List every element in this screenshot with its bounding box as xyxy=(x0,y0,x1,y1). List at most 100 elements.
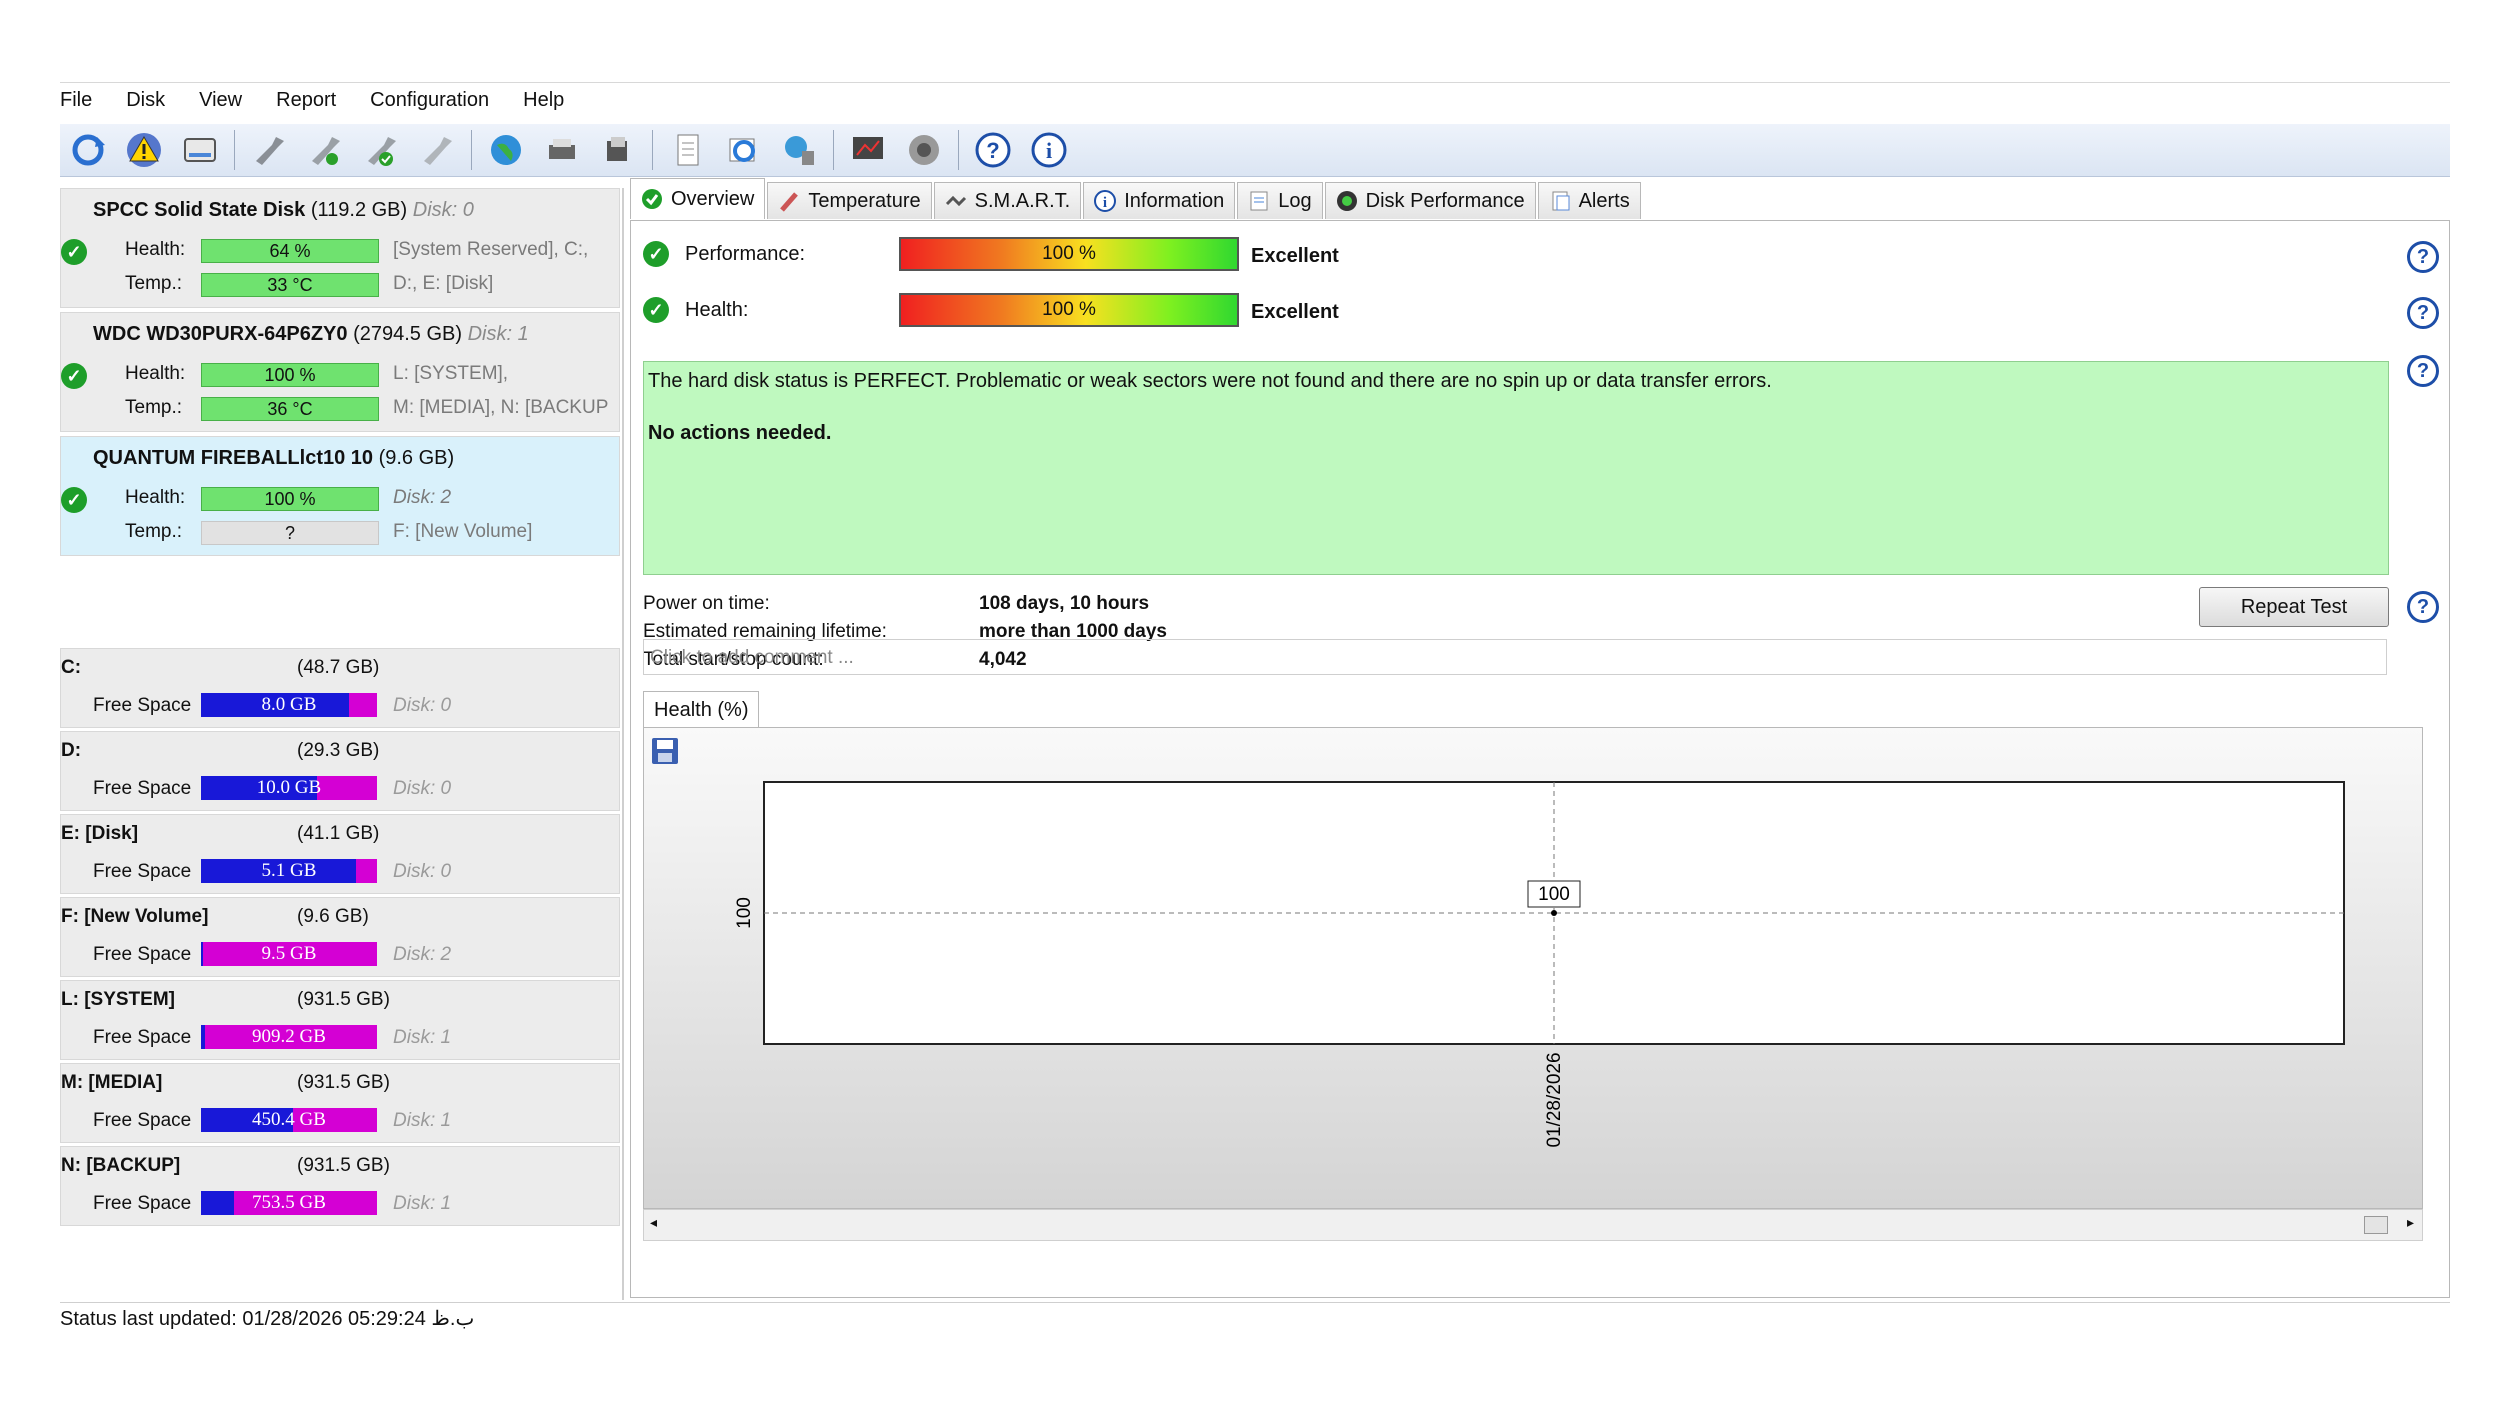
menu-view[interactable]: View xyxy=(199,89,242,112)
speaker-icon[interactable] xyxy=(904,130,944,170)
partition-item[interactable]: N: [BACKUP] (931.5 GB) Free Space 753.5 GB D… xyxy=(60,1146,620,1226)
free-space-value: 10.0 GB xyxy=(256,777,322,798)
free-space-value: 9.5 GB xyxy=(261,943,317,964)
wrench-check-icon[interactable] xyxy=(305,130,345,170)
log-icon xyxy=(1248,190,1270,212)
sync-icon[interactable] xyxy=(723,130,763,170)
details-panel: Overview Temperature S.M.A.R.T. i Informa… xyxy=(630,178,2450,1300)
help-icon[interactable]: ? xyxy=(2407,241,2439,273)
scroll-thumb[interactable] xyxy=(2364,1216,2388,1234)
scanner-icon[interactable] xyxy=(598,130,638,170)
tab-disk-performance[interactable]: Disk Performance xyxy=(1324,182,1536,219)
tab-overview[interactable]: Overview xyxy=(630,178,766,219)
refresh-icon[interactable] xyxy=(68,130,108,170)
help-icon[interactable]: ? xyxy=(2407,355,2439,387)
help-icon[interactable]: ? xyxy=(2407,297,2439,329)
partition-item[interactable]: F: [New Volume] (9.6 GB) Free Space 9.5 GB D… xyxy=(60,897,620,977)
tab-log[interactable]: Log xyxy=(1237,182,1323,219)
wrench-ok-icon[interactable] xyxy=(361,130,401,170)
tab-information[interactable]: i Information xyxy=(1083,182,1236,219)
disk-number: Disk: 1 xyxy=(393,1193,452,1214)
wrench-settings-icon[interactable] xyxy=(417,130,457,170)
partition-item[interactable]: D: (29.3 GB) Free Space 10.0 GB Disk: 0 xyxy=(60,731,620,811)
toolbar-separator xyxy=(652,130,653,170)
menu-report[interactable]: Report xyxy=(276,89,336,112)
repeat-test-button[interactable]: Repeat Test xyxy=(2199,587,2389,627)
y-tick-label: 100 xyxy=(734,897,755,929)
status-message: The hard disk status is PERFECT. Problem… xyxy=(648,370,1772,392)
tab-temperature[interactable]: Temperature xyxy=(767,182,932,219)
info-icon[interactable]: i xyxy=(1029,130,1069,170)
tab-alerts[interactable]: Alerts xyxy=(1537,182,1641,219)
partition-size: (29.3 GB) xyxy=(297,740,380,761)
partition-size: (41.1 GB) xyxy=(297,823,380,844)
smart-icon xyxy=(945,190,967,212)
partition-item[interactable]: E: [Disk] (41.1 GB) Free Space 5.1 GB Disk: … xyxy=(60,814,620,894)
comment-field[interactable]: Click to add comment ... xyxy=(643,639,2387,675)
wrench-icon[interactable] xyxy=(249,130,289,170)
disk-title: WDC WD30PURX-64P6ZY0 (2794.5 GB) Disk: 1 xyxy=(93,323,529,345)
ok-check-icon: ✓ xyxy=(643,297,669,323)
horizontal-scrollbar[interactable]: ◂ ▸ xyxy=(643,1209,2423,1241)
menu-help[interactable]: Help xyxy=(523,89,564,112)
free-space-bar: 8.0 GB xyxy=(201,693,377,717)
health-rating: Excellent xyxy=(1251,301,1339,323)
svg-text:i: i xyxy=(1103,195,1107,211)
monitor-icon[interactable] xyxy=(848,130,888,170)
menu-configuration[interactable]: Configuration xyxy=(370,89,489,112)
data-label: 100 xyxy=(1538,884,1570,905)
free-space-label: Free Space xyxy=(93,1027,192,1048)
globe-icon[interactable] xyxy=(486,130,526,170)
disk-title: SPCC Solid State Disk (119.2 GB) Disk: 0 xyxy=(93,199,474,221)
menu-disk[interactable]: Disk xyxy=(126,89,165,112)
tab-health-chart[interactable]: Health (%) xyxy=(643,691,760,728)
ok-check-icon: ✓ xyxy=(643,241,669,267)
disk-item[interactable]: SPCC Solid State Disk (119.2 GB) Disk: 0… xyxy=(60,188,620,308)
free-space-value: 909.2 GB xyxy=(252,1026,326,1047)
disk-item-selected[interactable]: QUANTUM FIREBALLlct10 10 (9.6 GB) ✓ Heal… xyxy=(60,436,620,556)
health-label: Health: xyxy=(685,299,749,321)
disk-icon[interactable] xyxy=(180,130,220,170)
gauge-icon xyxy=(1336,190,1358,212)
health-chart: 100 100 01/28/2026 xyxy=(734,781,2345,1148)
free-space-label: Free Space xyxy=(93,1110,192,1131)
status-action: No actions needed. xyxy=(648,422,832,444)
toolbar-separator xyxy=(471,130,472,170)
free-space-bar: 5.1 GB xyxy=(201,859,377,883)
partition-name: D: xyxy=(61,740,82,761)
disk-number: Disk: 0 xyxy=(393,778,452,799)
partitions-line: M: [MEDIA], N: [BACKUP xyxy=(393,397,609,418)
menu-file[interactable]: File xyxy=(60,89,92,112)
partition-item[interactable]: C: (48.7 GB) Free Space 8.0 GB Disk: 0 xyxy=(60,648,620,728)
partitions-line: D:, E: [Disk] xyxy=(393,273,494,294)
hard-disk-sentinel-window: File Disk View Report Configuration Help… xyxy=(60,82,2450,1334)
partition-name: F: [New Volume] xyxy=(61,906,209,927)
disk-number: Disk: 2 xyxy=(393,487,452,508)
health-bar: 100 % xyxy=(899,293,1239,327)
performance-bar: 100 % xyxy=(899,237,1239,271)
toolbar-separator xyxy=(958,130,959,170)
help-icon[interactable]: ? xyxy=(973,130,1013,170)
partitions-line: F: [New Volume] xyxy=(393,521,533,542)
disk-item[interactable]: WDC WD30PURX-64P6ZY0 (2794.5 GB) Disk: 1… xyxy=(60,312,620,432)
partition-item[interactable]: L: [SYSTEM] (931.5 GB) Free Space 909.2 GB D… xyxy=(60,980,620,1060)
tab-smart[interactable]: S.M.A.R.T. xyxy=(933,182,1082,219)
check-icon xyxy=(641,188,663,210)
warning-icon[interactable] xyxy=(124,130,164,170)
partition-size: (931.5 GB) xyxy=(297,1072,390,1093)
scroll-left-icon[interactable]: ◂ xyxy=(650,1214,657,1231)
scroll-right-icon[interactable]: ▸ xyxy=(2407,1214,2414,1231)
printer-icon[interactable] xyxy=(542,130,582,170)
free-space-bar: 9.5 GB xyxy=(201,942,377,966)
network-icon[interactable] xyxy=(779,130,819,170)
health-chart-area: 100 100 01/28/2026 xyxy=(643,727,2423,1209)
partition-size: (931.5 GB) xyxy=(297,989,390,1010)
free-space-label: Free Space xyxy=(93,778,192,799)
partition-name: E: [Disk] xyxy=(61,823,139,844)
document-icon[interactable] xyxy=(667,130,707,170)
free-space-bar: 10.0 GB xyxy=(201,776,377,800)
partition-item[interactable]: M: [MEDIA] (931.5 GB) Free Space 450.4 GB Di… xyxy=(60,1063,620,1143)
used-space-fill xyxy=(201,1191,235,1215)
partition-name: C: xyxy=(61,657,82,678)
help-icon[interactable]: ? xyxy=(2407,591,2439,623)
